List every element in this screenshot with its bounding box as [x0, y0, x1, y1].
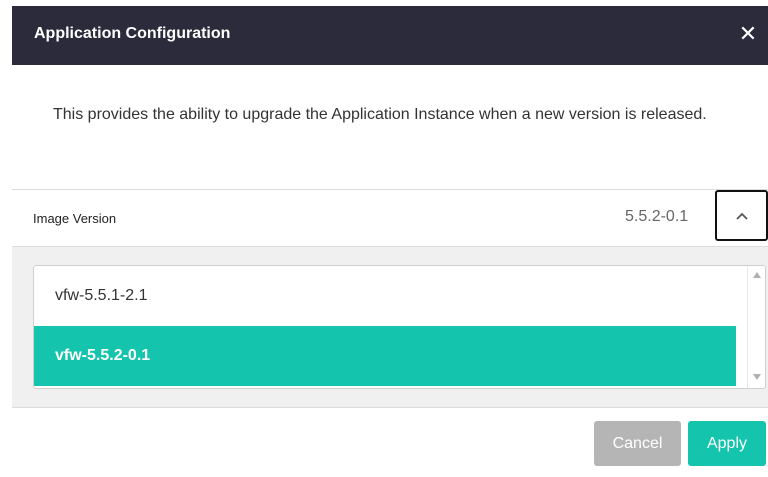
application-configuration-dialog: Application Configuration ✕ This provide…: [12, 6, 768, 477]
image-version-toggle-button[interactable]: [715, 190, 768, 241]
dialog-title: Application Configuration: [34, 25, 231, 42]
apply-button[interactable]: Apply: [688, 421, 766, 466]
scroll-up-arrow-icon[interactable]: [753, 272, 761, 278]
version-option[interactable]: vfw-5.5.1-2.1: [34, 266, 736, 326]
close-icon[interactable]: ✕: [736, 20, 760, 48]
version-select-panel: vfw-5.5.1-2.1 vfw-5.5.2-0.1: [12, 246, 768, 408]
image-version-row: Image Version 5.5.2-0.1: [12, 190, 768, 246]
image-version-label: Image Version: [33, 211, 117, 226]
dialog-header: Application Configuration ✕: [12, 6, 768, 65]
dialog-description: This provides the ability to upgrade the…: [53, 106, 707, 123]
cancel-button[interactable]: Cancel: [594, 421, 681, 466]
image-version-value: 5.5.2-0.1: [625, 208, 689, 225]
scroll-down-arrow-icon[interactable]: [753, 374, 761, 380]
listbox-scrollbar[interactable]: [747, 266, 765, 388]
chevron-up-icon: [736, 212, 748, 220]
version-option-selected[interactable]: vfw-5.5.2-0.1: [34, 326, 736, 386]
version-listbox[interactable]: vfw-5.5.1-2.1 vfw-5.5.2-0.1: [33, 265, 766, 389]
